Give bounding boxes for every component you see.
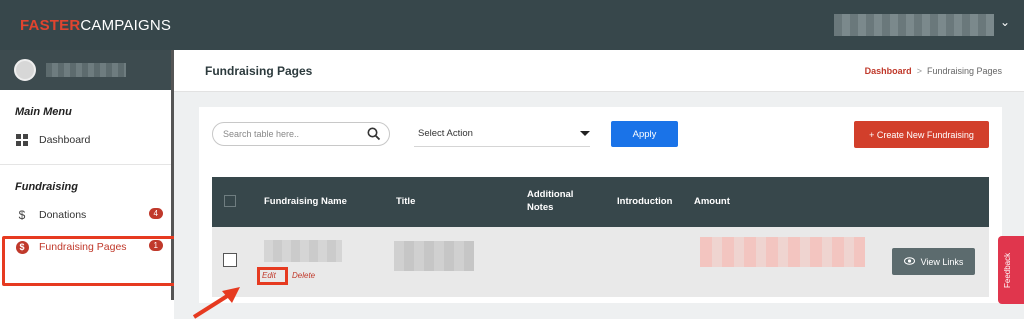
fundraising-name-redacted bbox=[264, 240, 342, 262]
eye-icon bbox=[903, 256, 915, 267]
breadcrumb-separator: > bbox=[916, 65, 922, 76]
avatar bbox=[14, 59, 36, 81]
sidebar-item-label: Donations bbox=[39, 209, 87, 221]
row-checkbox[interactable] bbox=[223, 253, 237, 267]
column-header[interactable]: Fundraising Name bbox=[264, 195, 347, 208]
page-header: Fundraising Pages Dashboard > Fundraising … bbox=[174, 50, 1024, 92]
account-name-redacted[interactable] bbox=[834, 14, 994, 36]
user-name-redacted bbox=[46, 63, 126, 77]
table-card: Search table here.. Select Action Apply … bbox=[199, 107, 1002, 303]
page-title: Fundraising Pages bbox=[205, 63, 313, 78]
column-header[interactable]: Additional Notes bbox=[527, 188, 587, 214]
brand-logo[interactable]: FASTER CAMPAIGNS bbox=[0, 0, 173, 50]
user-profile[interactable] bbox=[0, 50, 173, 90]
amount-redacted bbox=[700, 237, 865, 267]
annotation-arrow-icon bbox=[192, 287, 240, 319]
delete-link[interactable]: Delete bbox=[292, 271, 315, 280]
select-all-checkbox[interactable] bbox=[224, 195, 236, 207]
view-links-button[interactable]: View Links bbox=[892, 248, 975, 275]
breadcrumb-dashboard-link[interactable]: Dashboard bbox=[865, 66, 912, 76]
app-root: FASTER CAMPAIGNS Main Menu Dashboard Fund… bbox=[0, 0, 1024, 319]
breadcrumb: Dashboard > Fundraising Pages bbox=[865, 66, 1002, 76]
search-input[interactable]: Search table here.. bbox=[212, 122, 390, 146]
breadcrumb-current: Fundraising Pages bbox=[926, 65, 1002, 76]
column-header[interactable]: Amount bbox=[694, 195, 730, 208]
sidebar-item-label: Dashboard bbox=[39, 134, 91, 146]
table-header: Fundraising Name Title Additional Notes … bbox=[212, 177, 989, 227]
chevron-down-icon[interactable]: ⌄ bbox=[1000, 15, 1010, 29]
sidebar-item-donations[interactable]: $ Donations 4 bbox=[0, 199, 173, 231]
create-fundraising-button[interactable]: + Create New Fundraising bbox=[854, 121, 989, 148]
caret-down-icon bbox=[580, 131, 590, 136]
edit-link[interactable]: Edit bbox=[262, 271, 276, 280]
feedback-tab[interactable]: Feedback bbox=[998, 236, 1024, 304]
brand-part-2: CAMPAIGNS bbox=[80, 16, 172, 34]
dollar-icon: $ bbox=[18, 208, 26, 222]
sidebar-item-dashboard[interactable]: Dashboard bbox=[0, 124, 173, 156]
table-row: Edit Delete View Links bbox=[212, 227, 989, 297]
highlight-box-sidebar bbox=[2, 236, 190, 286]
feedback-label: Feedback bbox=[1003, 252, 1012, 288]
main-menu-heading: Main Menu bbox=[15, 106, 72, 118]
column-header[interactable]: Introduction bbox=[617, 195, 672, 208]
search-placeholder: Search table here.. bbox=[223, 129, 300, 139]
search-icon[interactable] bbox=[367, 127, 381, 143]
title-redacted bbox=[394, 241, 474, 271]
donations-count-badge: 4 bbox=[148, 208, 163, 219]
table-toolbar: Search table here.. Select Action Apply … bbox=[212, 120, 989, 150]
apply-button[interactable]: Apply bbox=[611, 121, 678, 147]
dashboard-icon bbox=[15, 134, 29, 146]
top-navbar: ⌄ bbox=[173, 0, 1024, 50]
fundraising-heading: Fundraising bbox=[15, 181, 78, 193]
column-header[interactable]: Title bbox=[396, 195, 415, 208]
bulk-action-select[interactable]: Select Action bbox=[414, 121, 590, 147]
main-content: Fundraising Pages Dashboard > Fundraising … bbox=[174, 50, 1024, 319]
view-links-label: View Links bbox=[920, 256, 964, 267]
bulk-action-value: Select Action bbox=[418, 128, 473, 139]
brand-part-1: FASTER bbox=[20, 16, 81, 34]
